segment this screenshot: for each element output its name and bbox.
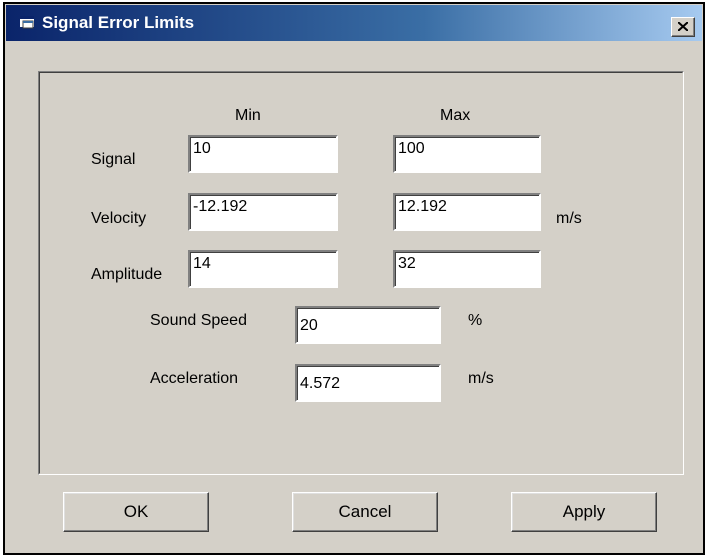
- acceleration-input[interactable]: 4.572: [295, 364, 441, 402]
- min-column-header: Min: [235, 107, 261, 124]
- title-bar[interactable]: Signal Error Limits: [6, 5, 702, 41]
- close-button[interactable]: [671, 17, 695, 37]
- velocity-max-input[interactable]: 12.192: [393, 193, 541, 231]
- max-column-header: Max: [440, 107, 471, 124]
- signal-label: Signal: [91, 151, 136, 168]
- window-title: Signal Error Limits: [42, 13, 195, 32]
- velocity-min-input[interactable]: -12.192: [188, 193, 338, 231]
- signal-max-input[interactable]: 100: [393, 135, 541, 173]
- close-x-icon: [678, 22, 688, 31]
- sound-speed-unit: %: [468, 312, 483, 329]
- ok-button[interactable]: OK: [63, 492, 209, 532]
- sound-speed-input[interactable]: 20: [295, 306, 441, 344]
- apply-button[interactable]: Apply: [511, 492, 657, 532]
- sound-speed-label: Sound Speed: [150, 312, 247, 329]
- acceleration-label: Acceleration: [150, 370, 239, 387]
- velocity-label: Velocity: [91, 210, 147, 227]
- amplitude-min-input[interactable]: 14: [188, 250, 338, 288]
- cancel-button[interactable]: Cancel: [292, 492, 438, 532]
- signal-min-input[interactable]: 10: [188, 135, 338, 173]
- amplitude-label: Amplitude: [91, 266, 163, 283]
- acceleration-unit: m/s: [468, 370, 494, 387]
- amplitude-max-input[interactable]: 32: [393, 250, 541, 288]
- velocity-unit: m/s: [556, 210, 582, 227]
- dialog-window-icon: [20, 16, 36, 30]
